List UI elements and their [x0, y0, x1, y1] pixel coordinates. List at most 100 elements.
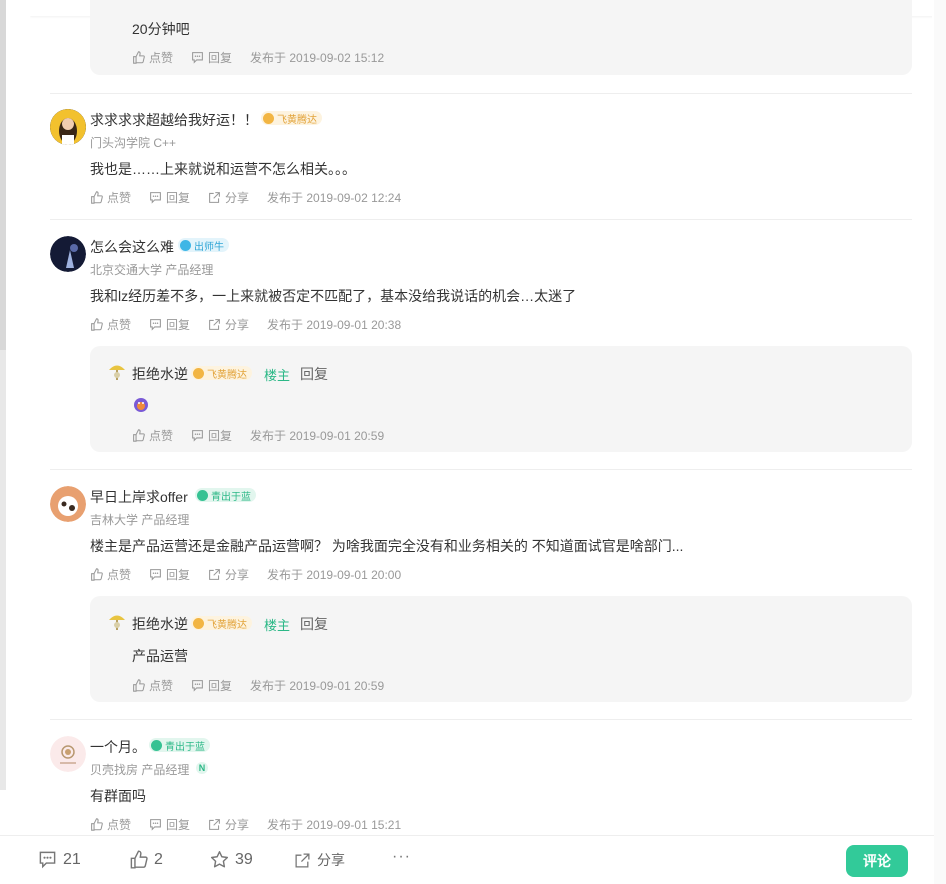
- reply-content: 产品运营: [132, 648, 188, 664]
- avatar[interactable]: [50, 109, 86, 145]
- left-scroll-rail: [0, 0, 6, 790]
- reply-box: 拒绝水逆 飞黄腾达 楼主 回复 产品运营 点赞 回复 发布于 2019-09-0…: [90, 596, 912, 702]
- share-button[interactable]: 分享: [208, 189, 249, 206]
- divider: [50, 93, 912, 94]
- thumb-up-icon: [133, 51, 145, 64]
- commenter-school: 吉林大学 产品经理: [90, 513, 190, 527]
- like-button[interactable]: 点赞: [90, 816, 131, 833]
- owner-tag: 楼主: [264, 368, 291, 383]
- avatar[interactable]: [106, 611, 128, 633]
- divider: [50, 219, 912, 220]
- badge-icon: [263, 112, 274, 124]
- share-icon: [209, 569, 220, 580]
- share-button[interactable]: 分享: [208, 566, 249, 583]
- avatar[interactable]: [50, 736, 86, 772]
- share-icon: [209, 192, 220, 203]
- share-button[interactable]: 分享: [208, 316, 249, 333]
- like-button[interactable]: 点赞: [132, 427, 173, 444]
- more-dots-icon[interactable]: ···: [392, 848, 411, 866]
- reply-button[interactable]: 回复: [191, 49, 232, 66]
- comments-count-button[interactable]: 21: [38, 850, 81, 869]
- avatar[interactable]: [50, 486, 86, 522]
- level-badge: 飞黄腾达: [191, 616, 252, 631]
- like-button[interactable]: 点赞: [90, 189, 131, 206]
- like-button[interactable]: 点赞: [132, 49, 173, 66]
- share-label: 分享: [317, 852, 345, 868]
- comment-content: 我也是……上来就说和运营不怎么相关。。。: [90, 161, 356, 177]
- comment-bubble-icon: [150, 569, 161, 581]
- comment-feed: 20分钟吧 点赞 回复 发布于 2019-09-02 15:12 求求求求超越给…: [30, 0, 932, 835]
- school-tag: N: [196, 762, 208, 774]
- star-icon: [210, 851, 229, 868]
- commenter-name[interactable]: 一个月。: [90, 737, 146, 757]
- share-post-button[interactable]: 分享: [294, 850, 345, 870]
- commenter-name[interactable]: 求求求求超越给我好运！！: [90, 110, 258, 130]
- reply-box: 拒绝水逆 飞黄腾达 楼主 回复 点赞 回复 发布于 2019-09-01 20:…: [90, 346, 912, 452]
- stars-count: 39: [235, 850, 253, 868]
- comment-content: 楼主是产品运营还是金融产品运营啊？ 为啥我面完全没有和业务相关的 不知道面试官是…: [90, 538, 684, 554]
- share-icon: [209, 319, 220, 330]
- comment-actions: 点赞 回复 分享 发布于 2019-09-01 15:21: [90, 816, 401, 833]
- timestamp: 发布于 2019-09-01 20:59: [250, 429, 385, 443]
- reply-actions: 点赞 回复 发布于 2019-09-01 20:59: [132, 677, 384, 694]
- comment-bubble-icon: [39, 851, 56, 869]
- share-button[interactable]: 分享: [208, 816, 249, 833]
- like-button[interactable]: 点赞: [132, 677, 173, 694]
- star-button[interactable]: 39: [210, 850, 253, 869]
- timestamp: 发布于 2019-09-02 15:12: [250, 51, 385, 65]
- share-icon: [295, 852, 310, 868]
- level-badge: 飞黄腾达: [191, 366, 252, 381]
- commenter-name[interactable]: 怎么会这么难: [90, 237, 174, 257]
- comment-bubble-icon: [192, 52, 203, 64]
- reply-button[interactable]: 回复: [149, 816, 190, 833]
- level-badge: 青出于蓝: [149, 738, 210, 753]
- thumb-up-icon: [91, 191, 103, 204]
- badge-icon: [180, 239, 191, 251]
- left-scroll-thumb[interactable]: [0, 0, 6, 350]
- replier-name[interactable]: 拒绝水逆: [132, 364, 188, 384]
- avatar[interactable]: [106, 361, 128, 383]
- level-badge: 青出于蓝: [195, 488, 256, 503]
- right-edge: [934, 0, 946, 884]
- thumb-up-icon: [130, 850, 148, 869]
- comment-bubble-icon: [150, 319, 161, 331]
- comment-actions: 点赞 回复 分享 发布于 2019-09-01 20:38: [90, 316, 401, 333]
- commenter-school: 贝壳找房 产品经理: [90, 763, 190, 777]
- reply-button[interactable]: 回复: [191, 427, 232, 444]
- thumb-up-icon: [133, 429, 145, 442]
- level-badge: 出师牛: [178, 238, 229, 253]
- reply-label: 回复: [208, 51, 233, 65]
- timestamp: 发布于 2019-09-01 20:00: [267, 568, 402, 582]
- like-post-button[interactable]: 2: [129, 850, 163, 869]
- reply-button[interactable]: 回复: [191, 677, 232, 694]
- badge-icon: [197, 489, 208, 501]
- like-button[interactable]: 点赞: [90, 566, 131, 583]
- emoji-icon: [133, 397, 149, 413]
- badge-icon: [151, 739, 162, 751]
- timestamp: 发布于 2019-09-02 12:24: [267, 191, 402, 205]
- comment-button[interactable]: 评论: [846, 845, 908, 877]
- reply-button[interactable]: 回复: [149, 316, 190, 333]
- like-label: 点赞: [149, 51, 174, 65]
- thumb-up-icon: [91, 818, 103, 831]
- reply-actions: 点赞 回复 发布于 2019-09-02 15:12: [132, 49, 384, 66]
- comment-actions: 点赞 回复 分享 发布于 2019-09-01 20:00: [90, 566, 401, 583]
- reply-button[interactable]: 回复: [149, 566, 190, 583]
- comment-bubble-icon: [192, 430, 203, 442]
- divider: [50, 469, 912, 470]
- comment-bubble-icon: [150, 192, 161, 204]
- reply-button[interactable]: 回复: [149, 189, 190, 206]
- avatar[interactable]: [50, 236, 86, 272]
- divider: [50, 719, 912, 720]
- reply-to-link[interactable]: 回复: [300, 614, 328, 634]
- timestamp: 发布于 2019-09-01 20:38: [267, 318, 402, 332]
- thumb-up-icon: [91, 568, 103, 581]
- commenter-school: 北京交通大学 产品经理: [90, 263, 214, 277]
- commenter-name[interactable]: 早日上岸求offer: [90, 487, 188, 507]
- replier-name[interactable]: 拒绝水逆: [132, 614, 188, 634]
- comment-actions: 点赞 回复 分享 发布于 2019-09-02 12:24: [90, 189, 401, 206]
- badge-icon: [193, 617, 204, 629]
- reply-content: 20分钟吧: [132, 21, 190, 37]
- like-button[interactable]: 点赞: [90, 316, 131, 333]
- reply-to-link[interactable]: 回复: [300, 364, 328, 384]
